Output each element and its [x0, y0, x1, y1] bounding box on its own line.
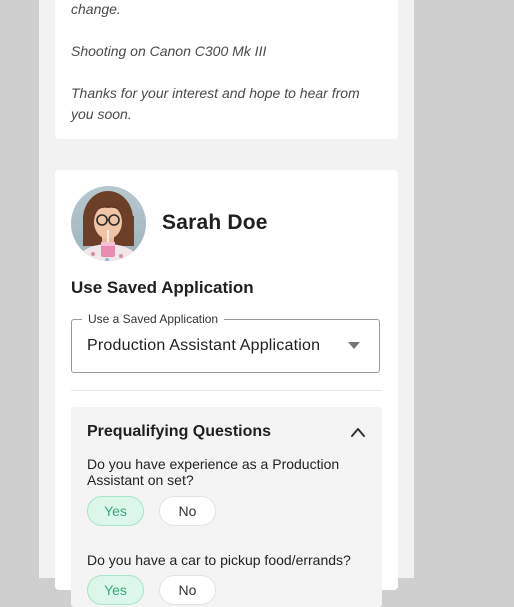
- answer-yes-button[interactable]: Yes: [87, 496, 144, 526]
- divider: [71, 390, 382, 391]
- description-line: change.: [71, 1, 121, 17]
- description-line: Thanks for your interest and hope to hea…: [71, 85, 360, 122]
- chevron-up-icon[interactable]: [350, 426, 366, 438]
- description-line: Shooting on Canon C300 Mk III: [71, 43, 267, 59]
- avatar-photo: [71, 186, 146, 261]
- content-column: change. Shooting on Canon C300 Mk III Th…: [39, 0, 414, 607]
- caret-down-icon: [348, 342, 360, 349]
- profile-name: Sarah Doe: [162, 211, 268, 234]
- prequalifying-questions-title: Prequalifying Questions: [87, 423, 272, 440]
- question-text: Do you have a car to pickup food/errands…: [87, 552, 351, 568]
- answer-no-button[interactable]: No: [159, 496, 216, 526]
- answer-yes-button[interactable]: Yes: [87, 575, 144, 605]
- description-card: change. Shooting on Canon C300 Mk III Th…: [55, 0, 398, 139]
- prequalifying-questions-panel: Prequalifying Questions Do you have expe…: [71, 407, 382, 607]
- select-label: Use a Saved Application: [82, 312, 225, 326]
- saved-application-select[interactable]: Use a Saved Application Production Assis…: [71, 312, 380, 373]
- application-card: Sarah Doe Use Saved Application Use a Sa…: [55, 170, 398, 607]
- answer-no-button[interactable]: No: [159, 575, 216, 605]
- avatar: [71, 186, 146, 261]
- saved-application-heading: Use Saved Application: [71, 278, 254, 297]
- select-value: Production Assistant Application: [87, 337, 321, 354]
- question-text: Do you have experience as a Production A…: [87, 456, 340, 488]
